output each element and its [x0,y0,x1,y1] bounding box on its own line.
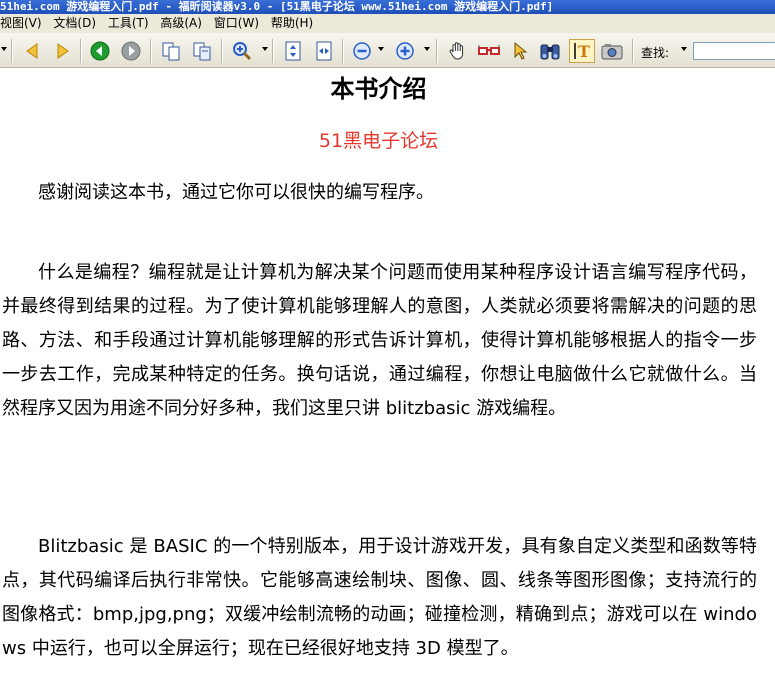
fit-page-icon[interactable] [282,40,304,62]
paragraph: 什么是编程？编程就是让计算机为解决某个问题而使用某种程序设计语言编写程序代码，并… [2,262,757,419]
chevron-down-icon[interactable] [681,47,687,51]
toolbar-separator [150,39,152,63]
hand-icon[interactable] [447,40,469,62]
menu-bar: 视图(V) 文档(D) 工具(T) 高级(A) 窗口(W) 帮助(H) [0,14,775,33]
green-back-icon[interactable] [89,40,111,62]
chevron-down-icon[interactable] [262,47,268,51]
zoom-out-icon[interactable] [351,40,373,62]
toolbar-separator [221,39,223,63]
document-view[interactable]: 本书介绍 51黑电子论坛 感谢阅读这本书，通过它你可以很快的编写程序。 什么是编… [0,68,775,674]
page-subtitle: 51黑电子论坛 [318,130,439,152]
toolbar-separator [11,39,13,63]
toolbar-separator [342,39,344,63]
menu-advanced[interactable]: 高级(A) [160,14,210,33]
window-title: 51hei.com 游戏编程入门.pdf - 福昕阅读器v3.0 - [51黑电… [0,0,554,13]
toolbar-separator [436,39,438,63]
arrow-right-icon[interactable] [52,40,74,62]
arrow-select-icon[interactable] [509,40,531,62]
menu-window[interactable]: 窗口(W) [214,14,267,33]
toolbar: T 查找: [0,33,775,68]
menu-tools[interactable]: 工具(T) [108,14,157,33]
binoculars-icon[interactable] [539,40,561,62]
fit-width-icon[interactable] [313,40,335,62]
menu-document[interactable]: 文档(D) [53,14,104,33]
toolbar-separator [80,39,82,63]
arrow-left-icon[interactable] [21,40,43,62]
toolbar-separator [272,39,274,63]
window-title-bar: 51hei.com 游戏编程入门.pdf - 福昕阅读器v3.0 - [51黑电… [0,0,775,14]
chevron-down-icon[interactable] [1,47,7,51]
zoom-in-icon[interactable] [394,40,416,62]
paragraph: 感谢阅读这本书，通过它你可以很快的编写程序。 [38,182,434,203]
page-title: 本书介绍 [330,74,427,103]
chevron-down-icon[interactable] [424,47,430,51]
menu-view[interactable]: 视图(V) [0,14,50,33]
glasses-icon[interactable] [478,40,500,62]
svg-text:T: T [578,42,590,61]
toolbar-separator [632,39,634,63]
text-select-icon[interactable]: T [569,39,595,63]
find-label: 查找: [641,46,670,60]
copy-page-icon[interactable] [191,40,213,62]
chevron-down-icon[interactable] [378,47,384,51]
copy-page-icon[interactable] [160,40,182,62]
menu-help[interactable]: 帮助(H) [271,14,321,33]
paragraph: Blitzbasic 是 BASIC 的一个特别版本，用于设计游戏开发，具有象自… [2,536,757,659]
find-input[interactable] [693,42,775,60]
green-forward-icon[interactable] [120,40,142,62]
zoom-icon[interactable] [231,40,253,62]
camera-icon[interactable] [601,40,623,62]
